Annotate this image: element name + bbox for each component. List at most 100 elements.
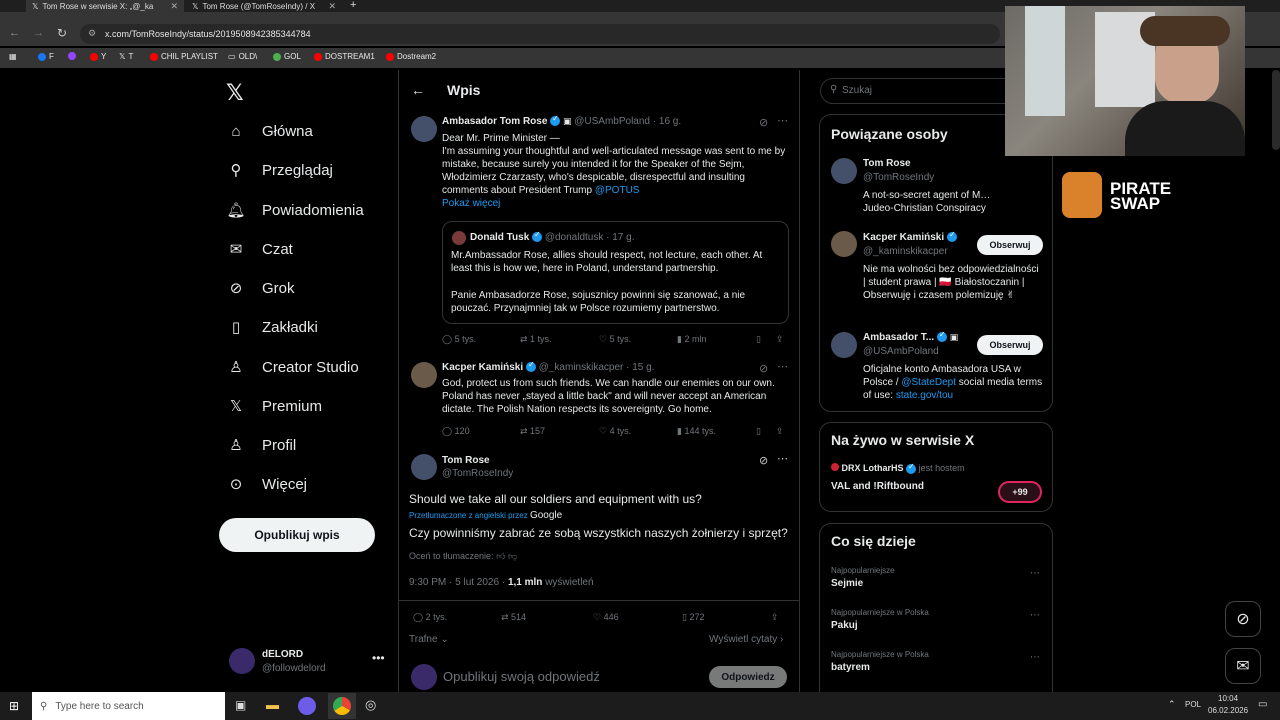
more-icon[interactable]: ⋯ <box>777 452 788 465</box>
url-field[interactable]: ⚙ x.com/TomRoseIndy/status/2019508942385… <box>80 24 1000 44</box>
author-handle[interactable]: @USAmbPoland · 16 g. <box>574 116 681 127</box>
share-icon[interactable]: ⇪ <box>776 334 784 345</box>
bookmark-item[interactable]: F <box>38 52 54 61</box>
nav-grok[interactable]: ⊘ Grok <box>226 276 295 300</box>
bookmark-item[interactable]: Dostream2 <box>386 52 436 61</box>
show-more-link[interactable]: Pokaż więcej <box>442 197 792 210</box>
scrollbar[interactable] <box>1272 70 1280 150</box>
clock-date[interactable]: 06.02.2026 <box>1208 706 1248 715</box>
nav-chat[interactable]: ✉ Czat <box>226 237 293 261</box>
share-icon[interactable]: ⇪ <box>776 426 784 437</box>
browser-tab[interactable]: 𝕏 Tom Rose w serwisie X: „@_ka ✕ <box>26 0 184 12</box>
reply-button[interactable]: ◯ 120 <box>442 426 470 437</box>
like-button[interactable]: ♡ 4 tys. <box>599 426 631 437</box>
bookmark-item[interactable]: CHIL PLAYLIST <box>150 52 218 61</box>
quoted-tweet[interactable]: Donald Tusk @donaldtusk · 17 g. Mr.Ambas… <box>442 221 789 324</box>
thumbs-down-icon[interactable]: 👎︎ <box>508 551 517 561</box>
author-handle[interactable]: @TomRoseIndy <box>442 468 513 479</box>
more-icon[interactable]: ⋯ <box>777 360 788 373</box>
grok-icon[interactable]: ⊘ <box>759 116 768 129</box>
url-link[interactable]: state.gov/tou <box>896 390 953 401</box>
clock-time[interactable]: 10:04 <box>1218 694 1238 703</box>
browser-tab[interactable]: 𝕏 Tom Rose (@TomRoseIndy) / X ✕ <box>186 0 342 12</box>
share-icon[interactable]: ⇪ <box>771 612 779 623</box>
windows-start-icon[interactable]: ⊞ <box>9 699 19 713</box>
person-ambassador[interactable]: Ambasador T... ▣ @USAmbPoland Obserwuj O… <box>820 329 1054 409</box>
forward-icon[interactable]: → <box>33 27 44 39</box>
app-icon[interactable]: ◎ <box>365 697 376 713</box>
person-tom-rose[interactable]: Tom Rose @TomRoseIndy A not-so-secret ag… <box>820 155 1054 219</box>
views-button[interactable]: ▮ 2 mln <box>677 334 706 345</box>
thumbs-up-icon[interactable]: 👍︎ <box>496 551 505 561</box>
new-tab-button[interactable]: + <box>350 0 356 11</box>
listener-count-badge[interactable]: +99 <box>998 481 1042 503</box>
bookmark-button[interactable]: ▯ 272 <box>682 612 704 623</box>
views-button[interactable]: ▮ 144 tys. <box>677 426 716 437</box>
repost-button[interactable]: ⇄ 514 <box>501 612 526 623</box>
bookmark-folder[interactable]: ▭ OLD\ <box>228 52 257 61</box>
more-icon[interactable]: ⋯ <box>1030 610 1040 621</box>
bookmark-item[interactable]: Y <box>90 52 106 61</box>
author-name[interactable]: Kacper Kamiński <box>442 362 523 373</box>
bookmark-icon[interactable]: ▯ <box>756 334 761 345</box>
timestamp[interactable]: 9:30 PM · 5 lut 2026 · <box>409 577 505 588</box>
file-explorer-icon[interactable]: ▬ <box>266 697 279 712</box>
bookmark-item[interactable]: DOSTREAM1 <box>314 52 375 61</box>
follow-button[interactable]: Obserwuj <box>977 235 1043 255</box>
show-quotes-link[interactable]: Wyświetl cytaty › <box>709 634 783 645</box>
apps-icon[interactable]: ▦ <box>9 52 17 61</box>
nav-more[interactable]: ⊙ Więcej <box>226 472 307 496</box>
site-info-icon[interactable]: ⚙ <box>88 28 96 39</box>
reply-button[interactable]: ◯ 2 tys. <box>413 612 447 623</box>
like-button[interactable]: ♡ 446 <box>593 612 619 623</box>
tweet-ambassador[interactable]: Ambasador Tom Rose ▣ @USAmbPoland · 16 g… <box>399 110 799 346</box>
close-tab-icon[interactable]: ✕ <box>328 1 336 12</box>
nav-explore[interactable]: ⚲ Przeglądaj <box>226 158 333 182</box>
close-tab-icon[interactable]: ✕ <box>170 1 178 12</box>
more-icon[interactable]: ⋯ <box>1030 568 1040 579</box>
grok-floating-button[interactable]: ⊘ <box>1225 601 1261 637</box>
sort-dropdown[interactable]: Trafne ⌄ <box>409 634 449 645</box>
nav-profile[interactable]: ♙ Profil <box>226 433 296 457</box>
x-logo-icon[interactable]: 𝕏 <box>226 80 244 106</box>
task-view-icon[interactable]: ▣ <box>235 698 246 712</box>
nav-premium[interactable]: 𝕏 Premium <box>226 394 322 418</box>
bookmark-item[interactable]: 𝕏T <box>119 52 133 61</box>
reply-button[interactable]: ◯ 5 tys. <box>442 334 476 345</box>
back-icon[interactable]: ← <box>9 27 20 39</box>
more-icon[interactable]: ⋯ <box>777 114 788 127</box>
app-icon[interactable] <box>298 697 316 715</box>
nav-home[interactable]: ⌂ Główna <box>226 119 312 143</box>
mention-link[interactable]: @StateDept <box>901 377 956 388</box>
trend-item[interactable]: Najpopularniejsze Sejmie ⋯ <box>820 564 1054 604</box>
bookmark-item[interactable] <box>68 52 76 60</box>
reply-submit-button[interactable]: Odpowiedz <box>709 666 787 688</box>
bookmark-icon[interactable]: ▯ <box>756 426 761 437</box>
follow-button[interactable]: Obserwuj <box>977 335 1043 355</box>
post-button[interactable]: Opublikuj wpis <box>219 518 375 552</box>
repost-button[interactable]: ⇄ 1 tys. <box>520 334 552 345</box>
grok-icon[interactable]: ⊘ <box>759 454 768 467</box>
nav-notifications[interactable]: 🔔︎ Powiadomienia <box>226 198 363 222</box>
stream-title[interactable]: VAL and !Riftbound <box>831 481 924 492</box>
messages-floating-button[interactable]: ✉ <box>1225 648 1261 684</box>
tray-chevron-icon[interactable]: ⌃ <box>1168 699 1176 710</box>
language-indicator[interactable]: POL <box>1185 700 1201 709</box>
notifications-icon[interactable]: ▭ <box>1258 699 1267 710</box>
nav-bookmarks[interactable]: ▯ Zakładki <box>226 315 318 339</box>
reply-input[interactable]: Opublikuj swoją odpowiedź <box>443 669 600 684</box>
more-icon[interactable]: ⋯ <box>1030 652 1040 663</box>
grok-icon[interactable]: ⊘ <box>759 362 768 375</box>
trend-item[interactable]: Najpopularniejsze w Polska Pakuj ⋯ <box>820 606 1054 646</box>
author-name[interactable]: Ambasador Tom Rose <box>442 116 547 127</box>
tweet-kaminski[interactable]: Kacper Kamiński @_kaminskikacper · 15 g.… <box>399 358 799 444</box>
bookmark-item[interactable]: GOL <box>273 52 301 61</box>
trend-item[interactable]: Najpopularniejsze w Polska batyrem ⋯ <box>820 648 1054 688</box>
reload-icon[interactable]: ↻ <box>57 26 67 40</box>
mention-link[interactable]: @POTUS <box>595 185 640 196</box>
like-button[interactable]: ♡ 5 tys. <box>599 334 631 345</box>
account-switcher[interactable]: dELORD @followdelord ••• <box>219 643 387 681</box>
more-icon[interactable]: ••• <box>372 651 385 665</box>
taskbar-search[interactable]: ⚲ Type here to search <box>32 692 225 720</box>
author-name[interactable]: Tom Rose <box>442 455 490 466</box>
